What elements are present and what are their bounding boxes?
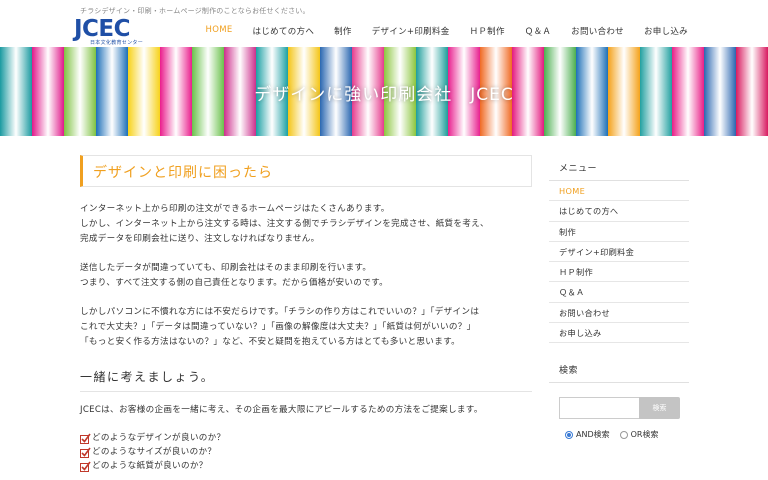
text-line: 「もっと安く作る方法はないの？」など、不安と疑問を抱えている方はとても多いと思い…: [80, 337, 461, 347]
nav-home[interactable]: HOME: [206, 25, 233, 37]
check-item-label: どのようなサイズが良いのか？: [92, 447, 217, 457]
nav-first-time[interactable]: はじめての方へ: [253, 25, 315, 37]
nav-contact[interactable]: お問い合わせ: [571, 25, 624, 37]
nav-qa[interactable]: Ｑ＆Ａ: [525, 25, 551, 37]
sidebar-item-hp[interactable]: ＨＰ制作: [549, 262, 689, 283]
radio-or[interactable]: OR検索: [619, 429, 659, 440]
hero-banner: デザインに強い印刷会社 JCEC: [0, 47, 768, 136]
main-content: デザインと印刷に困ったら インターネット上から印刷の注文ができるホームページはた…: [80, 155, 532, 473]
check-item: どのような紙質が良いのか？: [80, 459, 532, 473]
nav-production[interactable]: 制作: [334, 25, 352, 37]
nav-apply[interactable]: お申し込み: [644, 25, 688, 37]
radio-and-label: AND検索: [576, 430, 610, 440]
check-item-label: どのようなデザインが良いのか？: [92, 433, 226, 443]
sidebar: メニュー HOME はじめての方へ 制作 デザイン+印刷料金 ＨＰ制作 Ｑ＆Ａ …: [549, 154, 689, 440]
radio-or-label: OR検索: [630, 430, 659, 440]
search-mode: AND検索 OR検索: [565, 429, 689, 440]
text-line: しかし、インターネット上から注文する時は、注文する側でチラシデザインを完成させ、…: [80, 219, 489, 229]
sidebar-item-production[interactable]: 制作: [549, 222, 689, 242]
site-logo[interactable]: JCEC 日本文化教育センター: [74, 16, 150, 47]
text-line: 送信したデータが間違っていても、印刷会社はそのまま印刷を行います。: [80, 263, 372, 273]
page-heading: デザインと印刷に困ったら: [80, 155, 532, 187]
nav-hp[interactable]: ＨＰ制作: [470, 25, 505, 37]
radio-and-dot[interactable]: [565, 430, 573, 439]
sidebar-item-qa[interactable]: Ｑ＆Ａ: [549, 282, 689, 303]
logo-text: JCEC: [74, 16, 131, 42]
text-line: これで大丈夫？」「データは間違っていない？」「画像の解像度は大丈夫？」「紙質は何…: [80, 322, 476, 332]
sidebar-search-title: 検索: [549, 356, 689, 384]
text-line: JCECは、お客様の企画を一緒に考え、その企画を最大限にアピールするための方法を…: [80, 405, 483, 415]
paragraph-intro: インターネット上から印刷の注文ができるホームページはたくさんあります。 しかし、…: [80, 202, 532, 247]
sidebar-item-home[interactable]: HOME: [549, 181, 689, 202]
text-line: 完成データを印刷会社に送り、注文しなければなりません。: [80, 234, 320, 244]
paragraph-responsibility: 送信したデータが間違っていても、印刷会社はそのまま印刷を行います。 つまり、すべ…: [80, 261, 532, 291]
sidebar-menu-title: メニュー: [549, 154, 689, 181]
check-item: どのようなサイズが良いのか？: [80, 445, 532, 459]
text-line: インターネット上から印刷の注文ができるホームページはたくさんあります。: [80, 204, 390, 214]
search-form: 検索: [559, 397, 689, 420]
sidebar-menu: HOME はじめての方へ 制作 デザイン+印刷料金 ＨＰ制作 Ｑ＆Ａ お問い合わ…: [549, 181, 689, 344]
check-item: どのようなデザインが良いのか？: [80, 431, 532, 445]
text-line: つまり、すべて注文する側の自己責任となります。だから価格が安いのです。: [80, 278, 389, 288]
sidebar-item-apply[interactable]: お申し込み: [549, 323, 689, 344]
sidebar-item-first-time[interactable]: はじめての方へ: [549, 201, 689, 222]
checkmark-icon: [80, 447, 91, 458]
check-list: どのようなデザインが良いのか？ どのようなサイズが良いのか？ どのような紙質が良…: [80, 431, 532, 473]
banner-title: デザインに強い印刷会社 JCEC: [254, 85, 514, 105]
radio-and[interactable]: AND検索: [565, 429, 610, 440]
checkmark-icon: [80, 433, 91, 444]
logo-subtitle: 日本文化教育センター: [90, 40, 144, 46]
search-button[interactable]: 検索: [639, 397, 680, 420]
text-line: しかしパソコンに不慣れな方には不安だらけです。「チラシの作り方はこれでいいの？」…: [80, 307, 480, 317]
check-item-label: どのような紙質が良いのか？: [92, 461, 208, 471]
checkmark-icon: [80, 461, 91, 472]
sidebar-item-pricing[interactable]: デザイン+印刷料金: [549, 242, 689, 263]
main-nav: HOME はじめての方へ 制作 デザイン+印刷料金 ＨＰ制作 Ｑ＆Ａ お問い合わ…: [206, 25, 688, 37]
site-tagline: チラシデザイン・印刷・ホームページ制作のことならお任せください。: [80, 7, 310, 15]
nav-pricing[interactable]: デザイン+印刷料金: [372, 25, 450, 37]
paragraph-concerns: しかしパソコンに不慣れな方には不安だらけです。「チラシの作り方はこれでいいの？」…: [80, 305, 532, 350]
search-input[interactable]: [559, 397, 639, 420]
paragraph-lead: JCECは、お客様の企画を一緒に考え、その企画を最大限にアピールするための方法を…: [80, 403, 532, 418]
section-heading: 一緒に考えましょう。: [80, 368, 532, 392]
sidebar-item-contact[interactable]: お問い合わせ: [549, 303, 689, 324]
radio-or-dot[interactable]: [619, 430, 628, 439]
